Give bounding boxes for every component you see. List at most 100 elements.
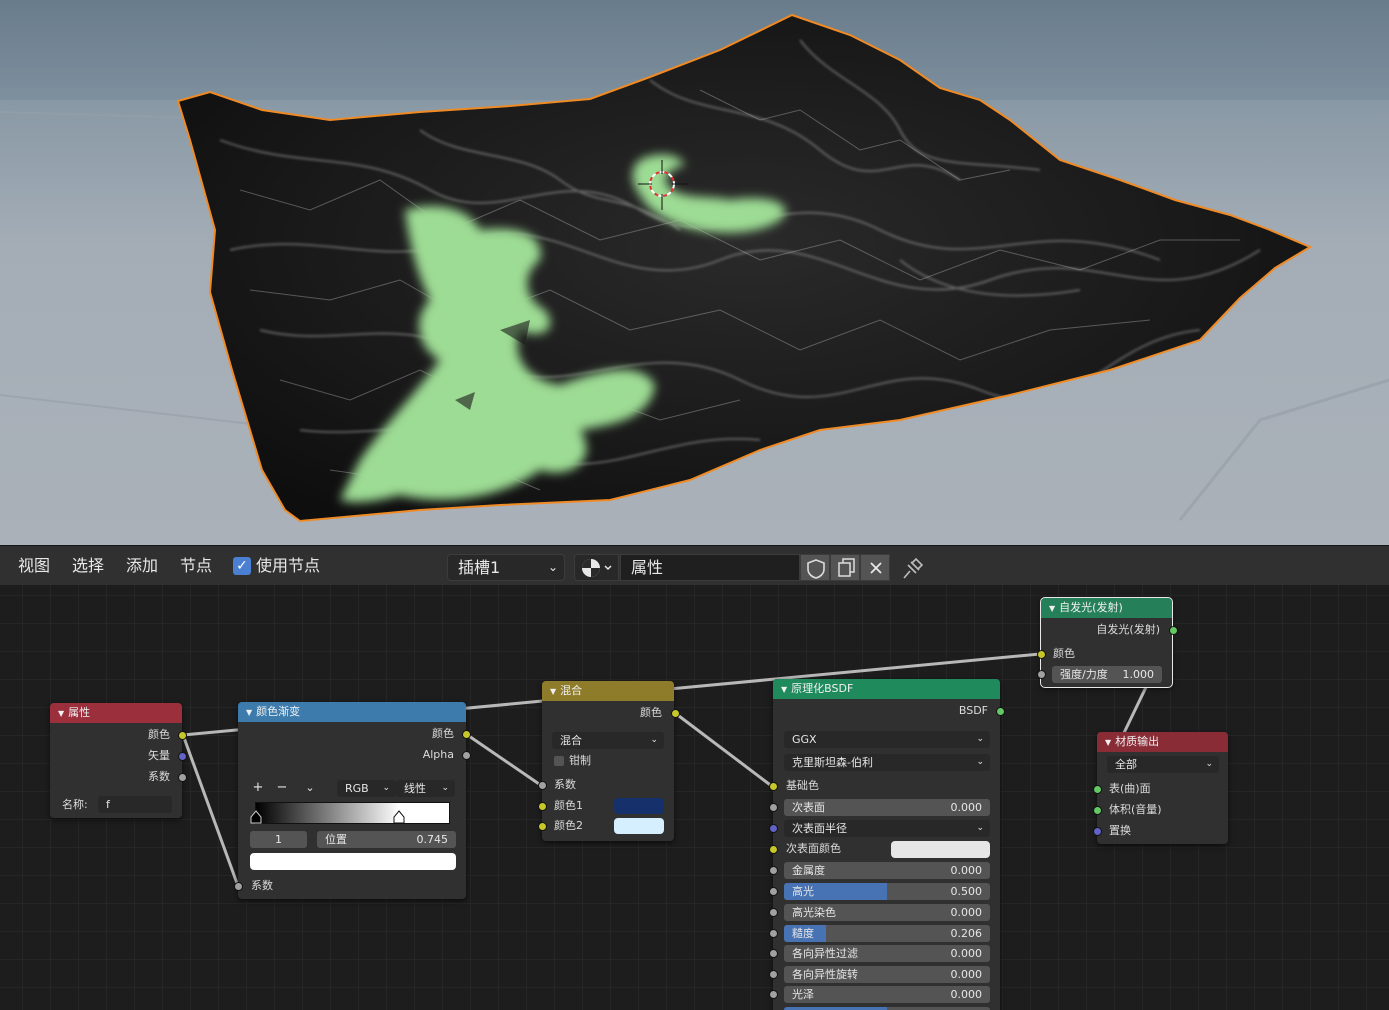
anisotropic-rotation-field[interactable]: 各向异性旋转 0.000	[784, 966, 990, 983]
strength-field[interactable]: 强度/力度 1.000	[1052, 666, 1162, 683]
position-label: 位置	[325, 833, 347, 846]
emission-node[interactable]: ▼ 自发光(发射) 自发光(发射) 颜色 强度/力度 1.000	[1037, 597, 1178, 688]
output-fac-socket[interactable]	[178, 773, 187, 782]
input-subsurface-color-socket[interactable]	[769, 845, 778, 854]
input-volume-socket[interactable]	[1093, 806, 1102, 815]
node-header[interactable]: ▼ 颜色渐变	[238, 702, 466, 722]
node-header[interactable]: ▼ 原理化BSDF	[773, 679, 1000, 699]
input-base-color-socket[interactable]	[769, 782, 778, 791]
input-roughness-socket[interactable]	[769, 929, 778, 938]
collapse-icon[interactable]: ▼	[781, 685, 787, 694]
ramp-options-chevron-icon[interactable]: ⌄	[302, 780, 318, 796]
roughness-field[interactable]: 糙度 0.206	[784, 925, 990, 942]
slot-dropdown[interactable]: 插槽1 ⌄	[447, 554, 565, 581]
input-displacement-socket[interactable]	[1093, 827, 1102, 836]
input-fac-socket[interactable]	[538, 781, 547, 790]
output-color-socket[interactable]	[462, 730, 471, 739]
viewport-scene	[0, 0, 1389, 545]
active-stop-index-field[interactable]: 1	[250, 831, 307, 848]
output-target-dropdown[interactable]: 全部 ⌄	[1107, 756, 1219, 773]
material-browse-button[interactable]	[574, 554, 619, 581]
blend-mode-value: 混合	[560, 734, 582, 747]
mix-node[interactable]: ▼ 混合 颜色 混合 ⌄ 钳制 系数 颜色1 颜色2	[538, 681, 680, 841]
color-ramp-node[interactable]: ▼ 颜色渐变 颜色 Alpha + − ⌄ RGB ⌄ 线性 ⌄ 1 位置 0.745 …	[234, 702, 471, 899]
menu-add[interactable]: 添加	[126, 546, 158, 586]
output-alpha-socket[interactable]	[462, 751, 471, 760]
input-fac-label: 系数	[251, 879, 273, 892]
blend-mode-dropdown[interactable]: 混合 ⌄	[552, 732, 664, 749]
subsurface-color-swatch[interactable]	[891, 841, 990, 858]
menu-node[interactable]: 节点	[180, 546, 212, 586]
input-subsurface-socket[interactable]	[769, 803, 778, 812]
input-subsurface-radius-socket[interactable]	[769, 824, 778, 833]
attribute-node[interactable]: ▼ 属性 颜色 矢量 系数 名称: f	[50, 703, 187, 818]
node-editor-canvas[interactable]: ▼ 属性 颜色 矢量 系数 名称: f ▼ 颜色渐变 颜色 Alpha + − ⌄ …	[0, 585, 1389, 1010]
fake-user-button[interactable]	[800, 554, 830, 581]
input-color1-socket[interactable]	[538, 802, 547, 811]
output-vector-socket[interactable]	[178, 752, 187, 761]
input-color-socket[interactable]	[1037, 650, 1046, 659]
attribute-name-field[interactable]: f	[98, 796, 172, 813]
anisotropic-field[interactable]: 各向异性过滤 0.000	[784, 945, 990, 962]
distribution-dropdown[interactable]: GGX ⌄	[784, 731, 990, 748]
collapse-icon[interactable]: ▼	[58, 709, 64, 718]
output-emission-label: 自发光(发射)	[1096, 623, 1160, 636]
stop-color-swatch[interactable]	[250, 853, 456, 870]
node-title: 混合	[560, 684, 583, 697]
color1-swatch[interactable]	[614, 798, 664, 814]
stop-position-field[interactable]: 位置 0.745	[317, 831, 456, 848]
material-output-node[interactable]: ▼ 材质输出 全部 ⌄ 表(曲)面 体积(音量) 置换	[1093, 732, 1228, 844]
node-header[interactable]: ▼ 混合	[542, 681, 674, 701]
specular-field[interactable]: 高光 0.500	[784, 883, 990, 900]
pin-button[interactable]	[897, 554, 927, 581]
roughness-label: 糙度	[792, 927, 814, 940]
output-bsdf-socket[interactable]	[996, 707, 1005, 716]
remove-stop-button[interactable]: −	[274, 780, 290, 796]
duplicate-material-button[interactable]	[830, 554, 860, 581]
subsurface-method-value: 克里斯坦森-伯利	[792, 756, 873, 769]
sheen-field[interactable]: 光泽 0.000	[784, 986, 990, 1003]
input-sheen-socket[interactable]	[769, 990, 778, 999]
output-color-socket[interactable]	[178, 731, 187, 740]
input-color2-socket[interactable]	[538, 822, 547, 831]
input-anisotropic-rotation-socket[interactable]	[769, 970, 778, 979]
output-target-value: 全部	[1115, 758, 1137, 771]
subsurface-label: 次表面	[792, 801, 825, 814]
collapse-icon[interactable]: ▼	[1049, 604, 1055, 613]
input-surface-socket[interactable]	[1093, 785, 1102, 794]
collapse-icon[interactable]: ▼	[550, 687, 556, 696]
input-volume-label: 体积(音量)	[1109, 803, 1162, 816]
unlink-material-button[interactable]	[860, 554, 890, 581]
clamp-checkbox[interactable]	[554, 756, 564, 766]
collapse-icon[interactable]: ▼	[246, 708, 252, 717]
node-header[interactable]: ▼ 材质输出	[1097, 732, 1228, 752]
subsurface-field[interactable]: 次表面 0.000	[784, 799, 990, 816]
menu-view[interactable]: 视图	[18, 546, 50, 586]
collapse-icon[interactable]: ▼	[1105, 738, 1111, 747]
input-anisotropic-socket[interactable]	[769, 949, 778, 958]
input-specular-tint-socket[interactable]	[769, 908, 778, 917]
interpolation-dropdown[interactable]: 线性 ⌄	[396, 780, 455, 797]
specular-tint-field[interactable]: 高光染色 0.000	[784, 904, 990, 921]
node-header[interactable]: ▼ 自发光(发射)	[1041, 598, 1172, 618]
input-metallic-socket[interactable]	[769, 866, 778, 875]
color-ramp-gradient[interactable]	[255, 802, 450, 824]
node-header[interactable]: ▼ 属性	[50, 703, 182, 723]
material-name-field[interactable]: 属性	[620, 554, 800, 581]
menu-select[interactable]: 选择	[72, 546, 104, 586]
color2-swatch[interactable]	[614, 818, 664, 834]
pin-icon	[903, 557, 924, 579]
metallic-field[interactable]: 金属度 0.000	[784, 862, 990, 879]
input-specular-socket[interactable]	[769, 887, 778, 896]
subsurface-radius-dropdown[interactable]: 次表面半径 ⌄	[784, 820, 990, 837]
subsurface-method-dropdown[interactable]: 克里斯坦森-伯利 ⌄	[784, 754, 990, 771]
use-nodes-checkbox[interactable]: ✓	[233, 557, 251, 575]
output-emission-socket[interactable]	[1169, 626, 1178, 635]
input-fac-socket[interactable]	[234, 882, 243, 891]
input-strength-socket[interactable]	[1037, 670, 1046, 679]
color-mode-dropdown[interactable]: RGB ⌄	[337, 780, 396, 797]
principled-bsdf-node[interactable]: ▼ 原理化BSDF BSDF GGX ⌄ 克里斯坦森-伯利 ⌄ 基础色 次表面 0.00…	[769, 679, 1005, 1010]
output-color-socket[interactable]	[671, 709, 680, 718]
3d-viewport[interactable]	[0, 0, 1389, 545]
add-stop-button[interactable]: +	[250, 780, 266, 796]
